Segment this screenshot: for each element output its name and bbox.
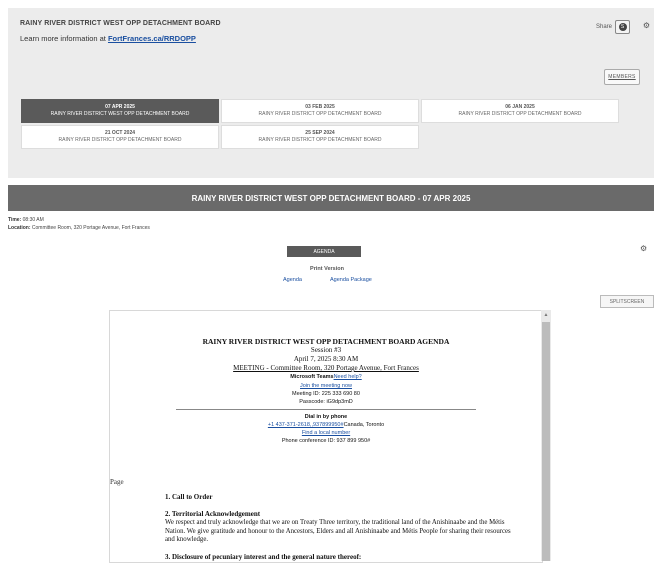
meeting-date: 06 JAN 2025 [505, 104, 535, 110]
document-datetime: April 7, 2025 8:30 AM [293, 355, 359, 363]
meeting-details: Time: 08:30 AM Location: Committee Room,… [8, 216, 150, 232]
document-scrollbar[interactable]: ▲ [541, 310, 551, 561]
agenda-document-viewer[interactable]: RAINY RIVER DISTRICT WEST OPP DETACHMENT… [109, 310, 543, 563]
teams-help-link[interactable]: Need help? [334, 374, 362, 380]
time-value: 08:30 AM [21, 217, 44, 223]
location-label: Location: [8, 225, 31, 231]
board-title: RAINY RIVER DISTRICT WEST OPP DETACHMENT… [20, 20, 221, 27]
scroll-up-arrow-icon[interactable]: ▲ [541, 312, 551, 318]
print-version-links: Agenda Agenda Package [283, 277, 372, 283]
location-value: Committee Room, 320 Portage Avenue, Fort… [30, 225, 150, 231]
meeting-location-row: Location: Committee Room, 320 Portage Av… [8, 224, 150, 232]
meeting-list: 07 APR 2025 RAINY RIVER DISTRICT WEST OP… [21, 99, 619, 149]
share-label: Share [595, 24, 612, 30]
print-agenda-package-link[interactable]: Agenda Package [330, 277, 372, 283]
meeting-date: 21 OCT 2024 [104, 130, 136, 136]
page-column-label: Page [110, 478, 124, 486]
agenda-item-heading: 1. Call to Order [165, 493, 213, 501]
local-number-row: Find a local number [110, 429, 542, 437]
join-meeting-row: Join the meeting now [110, 382, 542, 390]
agenda-item-body: We respect and truly acknowledge that we… [165, 519, 511, 544]
document-session: Session #3 [310, 346, 342, 354]
agenda-gear-icon[interactable]: ⚙ [640, 244, 647, 253]
meeting-name: RAINY RIVER DISTRICT OPP DETACHMENT BOAR… [258, 137, 382, 143]
divider [176, 409, 476, 410]
find-local-number-link[interactable]: Find a local number [302, 430, 350, 436]
meeting-name: RAINY RIVER DISTRICT OPP DETACHMENT BOAR… [58, 137, 182, 143]
teams-label: Microsoft Teams [290, 374, 334, 380]
phone-conference-id: Phone conference ID: 937 899 950# [281, 438, 371, 444]
agenda-item: 1. Call to Order [165, 493, 212, 502]
agenda-item-heading: 2. Territorial Acknowledgement [165, 510, 261, 518]
scrollbar-thumb[interactable] [542, 322, 550, 561]
meeting-card[interactable]: 25 SEP 2024 RAINY RIVER DISTRICT OPP DET… [221, 125, 419, 149]
meeting-date: 25 SEP 2024 [305, 130, 335, 136]
meeting-banner: RAINY RIVER DISTRICT WEST OPP DETACHMENT… [8, 185, 654, 211]
meeting-name: RAINY RIVER DISTRICT OPP DETACHMENT BOAR… [458, 111, 582, 117]
join-meeting-link[interactable]: Join the meeting now [300, 383, 352, 389]
members-button[interactable]: MEMBERS [604, 69, 640, 85]
splitscreen-button[interactable]: SPLITSCREEN [600, 295, 654, 308]
learn-more-prefix: Learn more information at [20, 34, 108, 43]
time-label: Time: [8, 217, 22, 223]
share-icon: S [618, 23, 627, 31]
meeting-passcode: Passcode: iG9dp3mD [299, 399, 353, 405]
teams-line: Microsoft TeamsNeed help? [110, 373, 542, 381]
meeting-date: 03 FEB 2025 [305, 104, 335, 110]
dial-in-heading: Dial in by phone [304, 414, 348, 420]
settings-gear-icon[interactable]: ⚙ [643, 21, 650, 30]
meeting-id: Meeting ID: 225 333 690 80 [292, 391, 360, 397]
meeting-card[interactable]: 07 APR 2025 RAINY RIVER DISTRICT WEST OP… [21, 99, 219, 123]
print-agenda-link[interactable]: Agenda [283, 277, 302, 283]
learn-more-text: Learn more information at FortFrances.ca… [20, 34, 196, 43]
agenda-item: 2. Territorial Acknowledgement We respec… [165, 510, 515, 545]
phone-number-link[interactable]: +1 437-371-2618,,937899950# [268, 422, 344, 428]
agenda-tab-button[interactable]: AGENDA [287, 246, 361, 257]
meeting-card[interactable]: 06 JAN 2025 RAINY RIVER DISTRICT OPP DET… [421, 99, 619, 123]
share-control: Share S [596, 20, 630, 34]
phone-location: Canada, Toronto [343, 422, 385, 428]
share-button[interactable]: S [615, 20, 630, 34]
learn-more-link[interactable]: FortFrances.ca/RRDOPP [108, 34, 196, 43]
meeting-card[interactable]: 03 FEB 2025 RAINY RIVER DISTRICT OPP DET… [221, 99, 419, 123]
meeting-name: RAINY RIVER DISTRICT WEST OPP DETACHMENT… [50, 111, 190, 117]
print-version-title: Print Version [310, 266, 344, 272]
agenda-document: RAINY RIVER DISTRICT WEST OPP DETACHMENT… [110, 337, 542, 445]
board-header-panel: RAINY RIVER DISTRICT WEST OPP DETACHMENT… [8, 8, 654, 178]
document-meeting-location: MEETING - Committee Room, 320 Portage Av… [233, 364, 419, 372]
phone-row: +1 437-371-2618,,937899950#Canada, Toron… [110, 421, 542, 429]
meeting-date: 07 APR 2025 [105, 104, 135, 110]
meeting-time-row: Time: 08:30 AM [8, 216, 150, 224]
document-title: RAINY RIVER DISTRICT WEST OPP DETACHMENT… [202, 337, 450, 346]
meeting-card[interactable]: 21 OCT 2024 RAINY RIVER DISTRICT OPP DET… [21, 125, 219, 149]
meeting-name: RAINY RIVER DISTRICT OPP DETACHMENT BOAR… [258, 111, 382, 117]
